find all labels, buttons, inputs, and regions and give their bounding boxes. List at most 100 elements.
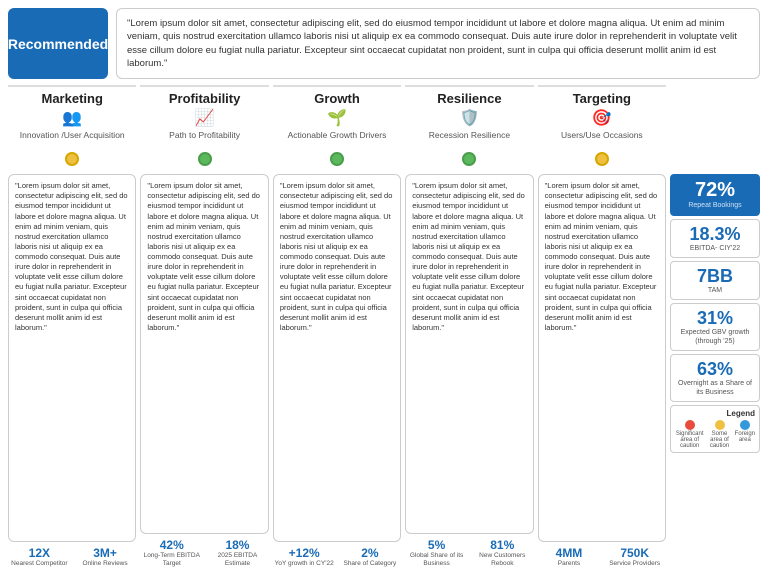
dot-4 (595, 152, 609, 166)
col-sub-4: Users/Use Occasions (561, 130, 643, 140)
column-3: "Lorem ipsum dolor sit amet, consectetur… (405, 174, 533, 568)
dot-0 (65, 152, 79, 166)
legend-item-1: Some area of caution (707, 420, 731, 449)
stat-label-2: TAM (677, 287, 753, 295)
legend-dot-2 (740, 420, 750, 430)
stat-label-1: EBITDA- CIY'22 (677, 245, 753, 253)
top-section: Recommended "Lorem ipsum dolor sit amet,… (8, 8, 760, 79)
legend-dot-1 (715, 420, 725, 430)
metric-value-2-1: 2% (339, 546, 402, 560)
stat-value-4: 63% (677, 359, 753, 380)
metric-label-0-0: Nearest Competitor (8, 560, 71, 568)
col-title-2: Growth (314, 91, 360, 106)
col-sub-3: Recession Resilience (429, 130, 510, 140)
col-metrics-1: 42% Long-Term EBITDA Target 18% 2025 EBI… (140, 538, 268, 568)
col-metrics-0: 12X Nearest Competitor 3M+ Online Review… (8, 546, 136, 568)
legend-box: Legend Significant area of caution Some … (670, 405, 760, 453)
col-text-1: "Lorem ipsum dolor sit amet, consectetur… (140, 174, 268, 534)
dot-2 (330, 152, 344, 166)
legend-title: Legend (675, 409, 755, 418)
dot-row (8, 152, 760, 166)
stat-value-3: 31% (677, 308, 753, 329)
metric-label-4-1: Service Providers (603, 560, 666, 568)
stat-label-3: Expected GBV growth (through '25) (677, 329, 753, 346)
metric-1-0: 42% Long-Term EBITDA Target (140, 538, 203, 568)
col-metrics-4: 4MM Parents 750K Service Providers (538, 546, 666, 568)
quote-box: "Lorem ipsum dolor sit amet, consectetur… (116, 8, 760, 79)
col-sub-1: Path to Profitability (169, 130, 240, 140)
col-text-0: "Lorem ipsum dolor sit amet, consectetur… (8, 174, 136, 542)
metric-label-3-0: Global Share of its Business (405, 552, 468, 568)
metric-value-4-1: 750K (603, 546, 666, 560)
dot-cell-3 (405, 152, 533, 166)
metric-value-4-0: 4MM (538, 546, 601, 560)
metric-label-1-0: Long-Term EBITDA Target (140, 552, 203, 568)
col-title-1: Profitability (169, 91, 241, 106)
metric-value-1-1: 18% (206, 538, 269, 552)
legend-text-0: Significant area of caution (675, 431, 704, 449)
col-icon-0: 👥 (62, 108, 82, 128)
metric-4-1: 750K Service Providers (603, 546, 666, 568)
columns-area: "Lorem ipsum dolor sit amet, consectetur… (8, 174, 666, 568)
metric-value-1-0: 42% (140, 538, 203, 552)
legend-text-2: Foreign area (735, 431, 755, 443)
column-1: "Lorem ipsum dolor sit amet, consectetur… (140, 174, 268, 568)
stat-label-4: Overnight as a Share of its Business (677, 380, 753, 397)
metric-3-1: 81% New Customers Rebook (471, 538, 534, 568)
stats-panel: 72% Repeat Bookings 18.3% EBITDA- CIY'22… (670, 174, 760, 568)
stat-label-0: Repeat Bookings (677, 202, 753, 210)
metric-1-1: 18% 2025 EBITDA Estimate (206, 538, 269, 568)
quote-text: "Lorem ipsum dolor sit amet, consectetur… (127, 18, 737, 69)
col-header-0: Marketing 👥 Innovation /User Acquisition (8, 85, 136, 144)
metric-label-3-1: New Customers Rebook (471, 552, 534, 568)
col-icon-1: 📈 (195, 108, 215, 128)
dot-cell-0 (8, 152, 136, 166)
legend-item-2: Foreign area (735, 420, 755, 449)
col-metrics-2: +12% YoY growth in CY'22 2% Share of Cat… (273, 546, 401, 568)
legend-dot-0 (685, 420, 695, 430)
col-metrics-3: 5% Global Share of its Business 81% New … (405, 538, 533, 568)
column-4: "Lorem ipsum dolor sit amet, consectetur… (538, 174, 666, 568)
metric-4-0: 4MM Parents (538, 546, 601, 568)
legend-items: Significant area of caution Some area of… (675, 420, 755, 449)
legend-text-1: Some area of caution (707, 431, 731, 449)
dot-3 (462, 152, 476, 166)
col-text-2: "Lorem ipsum dolor sit amet, consectetur… (273, 174, 401, 542)
content-area: "Lorem ipsum dolor sit amet, consectetur… (8, 174, 760, 568)
metric-label-0-1: Online Reviews (74, 560, 137, 568)
col-header-1: Profitability 📈 Path to Profitability (140, 85, 268, 144)
dot-cell-4 (538, 152, 666, 166)
stat-box-2: 7BB TAM (670, 261, 760, 300)
metric-3-0: 5% Global Share of its Business (405, 538, 468, 568)
stat-value-0: 72% (677, 179, 753, 202)
stat-box-3: 31% Expected GBV growth (through '25) (670, 303, 760, 351)
metric-2-0: +12% YoY growth in CY'22 (273, 546, 336, 568)
recommended-label: Recommended (8, 36, 108, 52)
col-header-2: Growth 🌱 Actionable Growth Drivers (273, 85, 401, 144)
metric-value-3-1: 81% (471, 538, 534, 552)
col-title-3: Resilience (437, 91, 501, 106)
col-icon-3: 🛡️ (459, 108, 479, 128)
metric-value-0-1: 3M+ (74, 546, 137, 560)
col-text-3: "Lorem ipsum dolor sit amet, consectetur… (405, 174, 533, 534)
col-title-0: Marketing (42, 91, 103, 106)
metric-value-3-0: 5% (405, 538, 468, 552)
columns-header: Marketing 👥 Innovation /User Acquisition… (8, 85, 760, 144)
col-header-3: Resilience 🛡️ Recession Resilience (405, 85, 533, 144)
col-sub-2: Actionable Growth Drivers (288, 130, 387, 140)
col-sub-0: Innovation /User Acquisition (20, 130, 125, 140)
metric-value-2-0: +12% (273, 546, 336, 560)
col-icon-2: 🌱 (327, 108, 347, 128)
metric-0-1: 3M+ Online Reviews (74, 546, 137, 568)
metric-label-2-0: YoY growth in CY'22 (273, 560, 336, 568)
legend-item-0: Significant area of caution (675, 420, 704, 449)
stat-box-1: 18.3% EBITDA- CIY'22 (670, 219, 760, 258)
col-icon-4: 🎯 (592, 108, 612, 128)
col-title-4: Targeting (573, 91, 631, 106)
metric-label-4-0: Parents (538, 560, 601, 568)
main-container: Recommended "Lorem ipsum dolor sit amet,… (0, 0, 768, 576)
recommended-box: Recommended (8, 8, 108, 79)
metric-2-1: 2% Share of Category (339, 546, 402, 568)
stat-value-2: 7BB (677, 266, 753, 287)
col-header-4: Targeting 🎯 Users/Use Occasions (538, 85, 666, 144)
